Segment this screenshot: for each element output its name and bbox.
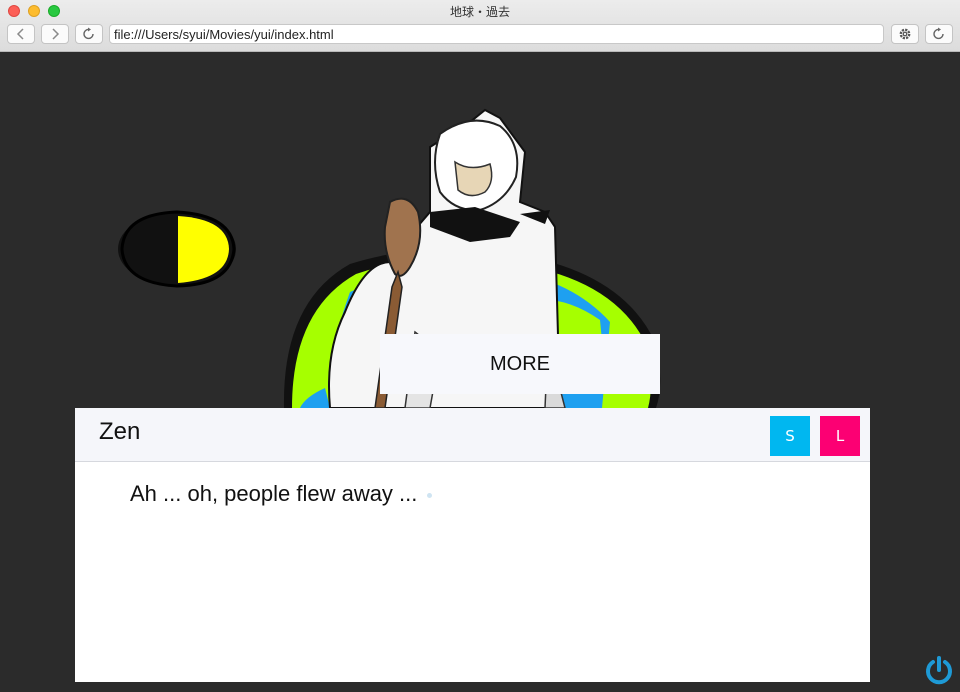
more-button[interactable]: MORE bbox=[380, 334, 660, 394]
browser-toolbar: 地球・過去 file:///Users/syui/Movies/yui/inde… bbox=[0, 0, 960, 52]
chevron-left-icon bbox=[16, 28, 24, 40]
address-bar[interactable]: file:///Users/syui/Movies/yui/index.html bbox=[109, 24, 884, 44]
dialog-message: Ah ... oh, people flew away ... bbox=[130, 481, 433, 507]
moon-icon bbox=[118, 210, 236, 288]
load-button[interactable]: L bbox=[820, 416, 860, 456]
dialog-box: Zen S L Ah ... oh, people flew away ... bbox=[75, 408, 870, 682]
reload-page-button[interactable] bbox=[925, 24, 953, 44]
forward-button[interactable] bbox=[41, 24, 69, 44]
save-button[interactable]: S bbox=[770, 416, 810, 456]
window-title: 地球・過去 bbox=[449, 5, 510, 19]
settings-button[interactable] bbox=[891, 24, 919, 44]
chevron-right-icon bbox=[52, 28, 60, 40]
gear-icon bbox=[899, 28, 911, 40]
back-button[interactable] bbox=[7, 24, 35, 44]
text-advance-indicator-icon bbox=[427, 492, 433, 498]
dialog-header: Zen S L bbox=[75, 408, 870, 462]
reload-button[interactable] bbox=[75, 24, 103, 44]
reload-icon bbox=[83, 27, 94, 40]
reload-icon bbox=[933, 27, 944, 40]
dialog-message-text: Ah ... oh, people flew away ... bbox=[130, 481, 418, 506]
power-logo-icon[interactable] bbox=[925, 656, 953, 686]
speaker-name: Zen bbox=[99, 418, 141, 445]
